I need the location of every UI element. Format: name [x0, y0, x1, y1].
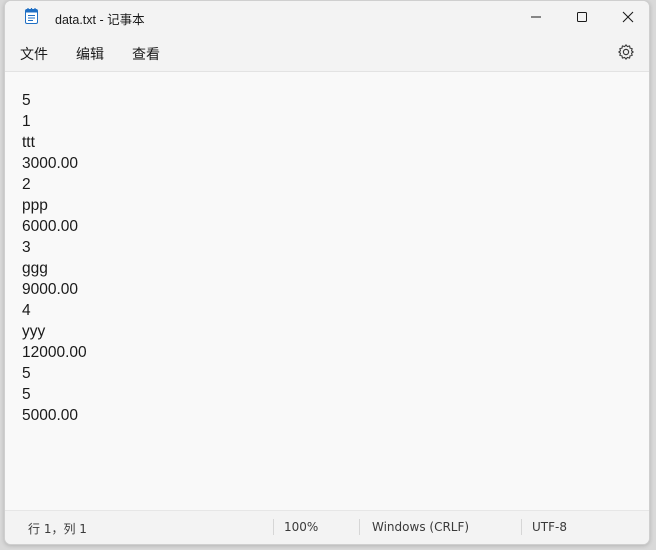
text-line: 3000.00 — [22, 155, 79, 172]
cursor-position[interactable]: 行 1，列 1 — [28, 520, 87, 537]
text-line: 3 — [22, 239, 31, 256]
text-line: 12000.00 — [22, 344, 87, 361]
text-line: 5 — [22, 386, 31, 403]
notepad-window: data.txt - 记事本 文件 编辑 查看 5 1 ttt 3000.00 … — [4, 0, 650, 545]
minimize-icon — [531, 16, 541, 18]
gear-icon — [618, 44, 634, 60]
text-line: 6000.00 — [22, 218, 79, 235]
text-line: 2 — [22, 176, 31, 193]
text-line: ggg — [22, 260, 48, 277]
minimize-button[interactable] — [513, 1, 559, 33]
close-button[interactable] — [605, 1, 649, 33]
title-bar[interactable]: data.txt - 记事本 — [5, 1, 649, 33]
status-divider — [359, 519, 360, 535]
close-icon — [622, 11, 634, 23]
zoom-level[interactable]: 100% — [284, 520, 318, 534]
maximize-button[interactable] — [559, 1, 605, 33]
text-line: 5 — [22, 92, 31, 109]
status-divider — [521, 519, 522, 535]
line-ending[interactable]: Windows (CRLF) — [372, 520, 469, 534]
window-title: data.txt - 记事本 — [55, 13, 145, 27]
text-line: 5 — [22, 365, 31, 382]
text-line: yyy — [22, 323, 46, 340]
text-line: ttt — [22, 134, 35, 151]
notepad-icon — [25, 8, 38, 24]
text-line: ppp — [22, 197, 48, 214]
menu-edit[interactable]: 编辑 — [76, 44, 104, 64]
text-line: 5000.00 — [22, 407, 79, 424]
menu-view[interactable]: 查看 — [132, 44, 160, 64]
text-editor[interactable]: 5 1 ttt 3000.00 2 ppp 6000.00 3 ggg 9000… — [5, 72, 649, 511]
menu-bar: 文件 编辑 查看 — [5, 33, 649, 72]
text-line: 4 — [22, 302, 31, 319]
maximize-icon — [577, 12, 587, 22]
status-divider — [273, 519, 274, 535]
text-line: 1 — [22, 113, 31, 130]
text-line: 9000.00 — [22, 281, 79, 298]
menu-file[interactable]: 文件 — [20, 44, 48, 64]
encoding[interactable]: UTF-8 — [532, 520, 567, 534]
status-bar: 行 1，列 1 100% Windows (CRLF) UTF-8 — [5, 510, 649, 544]
settings-button[interactable] — [617, 43, 635, 61]
